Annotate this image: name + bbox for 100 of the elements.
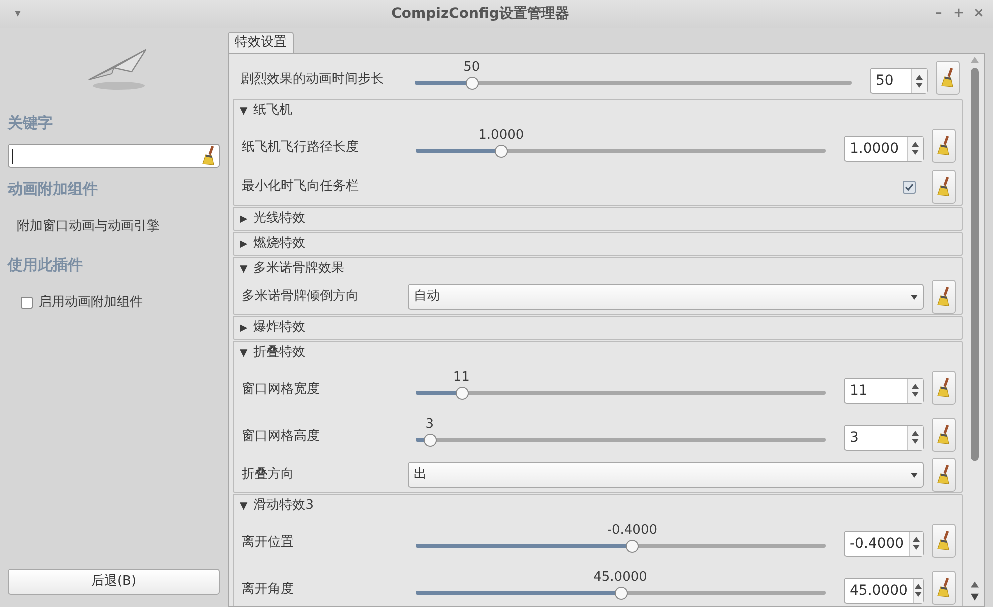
spin-value: 50 — [875, 72, 895, 91]
slider[interactable] — [416, 586, 826, 600]
down-arrow-icon — [913, 545, 920, 550]
checkbox[interactable] — [21, 297, 33, 309]
dropdown[interactable]: 自动 — [408, 284, 924, 310]
spin-box[interactable]: 45.0000 — [844, 578, 924, 604]
down-arrow-icon — [912, 392, 919, 397]
slider-thumb[interactable] — [424, 434, 437, 446]
tab[interactable]: 特效设置 — [228, 32, 294, 53]
slider[interactable] — [416, 386, 826, 400]
slider[interactable] — [416, 144, 826, 158]
slider-thumb[interactable] — [466, 77, 479, 90]
broom-icon — [202, 146, 216, 166]
slider-reading: 1.0000 — [478, 126, 524, 144]
dropdown-value: 自动 — [414, 288, 440, 306]
spin-value: 1.0000 — [849, 140, 900, 158]
reset-button[interactable] — [932, 418, 956, 452]
broom-icon — [937, 465, 951, 485]
group-expander[interactable]: ▶ 燃烧特效 — [234, 233, 962, 255]
setting-label: 剧烈效果的动画时间步长 — [241, 71, 385, 90]
window-title: CompizConfig设置管理器 — [390, 4, 570, 24]
dropdown-arrow-icon — [911, 294, 918, 300]
broom-icon — [937, 177, 951, 197]
spin-arrows[interactable] — [909, 532, 923, 556]
reset-button[interactable] — [932, 280, 956, 314]
group-expander[interactable]: ▼ 多米诺骨牌效果 — [234, 258, 962, 280]
spin-value: -0.4000 — [849, 534, 906, 554]
setting-label: 多米诺骨牌倾倒方向 — [242, 288, 360, 306]
group-expander[interactable]: ▶ 光线特效 — [234, 208, 962, 230]
down-arrow-icon — [912, 439, 919, 444]
setting-label: 窗口网格高度 — [242, 428, 321, 446]
reset-button[interactable] — [932, 370, 956, 404]
slider-thumb[interactable] — [495, 144, 508, 158]
slider-thumb[interactable] — [614, 586, 628, 600]
reset-button[interactable] — [932, 128, 956, 162]
setting-label: 窗口网格宽度 — [242, 380, 321, 399]
checkbox[interactable] — [903, 180, 916, 194]
slider[interactable] — [416, 540, 826, 552]
dropdown-value: 出 — [414, 466, 427, 484]
setting-label: 离开角度 — [242, 580, 295, 599]
up-arrow-icon — [912, 384, 919, 389]
spin-arrows[interactable] — [907, 426, 923, 450]
slider[interactable] — [416, 434, 826, 446]
section-heading: 使用此插件 — [8, 255, 84, 276]
slider-reading: 3 — [426, 416, 434, 434]
setting-label: 最小化时飞向任务栏 — [242, 178, 360, 196]
up-arrow-icon — [912, 142, 919, 147]
reset-button[interactable] — [932, 458, 956, 492]
group-expander[interactable]: ▼ 滑动特效3 — [234, 495, 962, 517]
broom-icon — [937, 578, 951, 598]
group-expander[interactable]: ▼ 折叠特效 — [234, 342, 962, 364]
spin-value: 3 — [849, 428, 860, 448]
slider-thumb[interactable] — [456, 386, 469, 400]
slider[interactable] — [415, 77, 852, 90]
spin-box[interactable]: 50 — [870, 68, 928, 94]
slider-reading: 11 — [453, 368, 470, 386]
group-expander[interactable]: ▼ 纸飞机 — [234, 100, 962, 122]
spin-value: 11 — [849, 382, 869, 400]
check-icon — [905, 182, 914, 192]
up-arrow-icon — [914, 584, 922, 589]
broom-icon — [941, 68, 955, 88]
spin-box[interactable]: -0.4000 — [844, 530, 924, 556]
dropdown-arrow-icon — [911, 472, 918, 478]
reset-button[interactable] — [932, 524, 956, 558]
setting-label: 折叠方向 — [242, 466, 295, 484]
slider-reading: 50 — [464, 59, 480, 77]
spin-arrows[interactable] — [912, 578, 923, 602]
spin-box[interactable]: 11 — [844, 378, 924, 404]
dropdown[interactable]: 出 — [408, 462, 924, 488]
group-expander[interactable]: ▶ 爆炸特效 — [234, 317, 962, 339]
reset-button[interactable] — [936, 61, 960, 95]
checkbox-label: 启用动画附加组件 — [39, 294, 143, 312]
up-arrow-icon — [913, 537, 920, 542]
spin-value: 45.0000 — [849, 582, 909, 600]
reset-button[interactable] — [932, 570, 956, 604]
setting-label: 离开位置 — [242, 534, 295, 552]
up-arrow-icon — [912, 431, 919, 436]
down-arrow-icon — [914, 592, 922, 597]
setting-label: 纸飞机飞行路径长度 — [242, 138, 360, 157]
back-button[interactable]: 后退(B) — [8, 569, 220, 595]
broom-icon — [937, 378, 951, 398]
search-field[interactable] — [8, 144, 220, 168]
slider-reading: -0.4000 — [607, 522, 658, 540]
reset-button[interactable] — [932, 170, 956, 204]
broom-icon — [937, 530, 951, 550]
down-arrow-icon — [916, 82, 923, 88]
broom-icon — [937, 424, 951, 444]
spin-box[interactable]: 3 — [844, 424, 924, 450]
down-arrow-icon — [912, 150, 919, 155]
up-arrow-icon — [916, 74, 923, 80]
spin-arrows[interactable] — [907, 378, 923, 402]
broom-icon — [937, 136, 951, 156]
slider-reading: 45.0000 — [594, 568, 648, 586]
spin-box[interactable]: 1.0000 — [844, 136, 924, 162]
slider-thumb[interactable] — [626, 540, 640, 552]
section-heading: 关键字 — [8, 113, 54, 134]
section-heading: 动画附加组件 — [8, 179, 99, 200]
broom-icon — [937, 287, 951, 307]
spin-arrows[interactable] — [907, 136, 923, 160]
spin-arrows[interactable] — [911, 69, 927, 93]
